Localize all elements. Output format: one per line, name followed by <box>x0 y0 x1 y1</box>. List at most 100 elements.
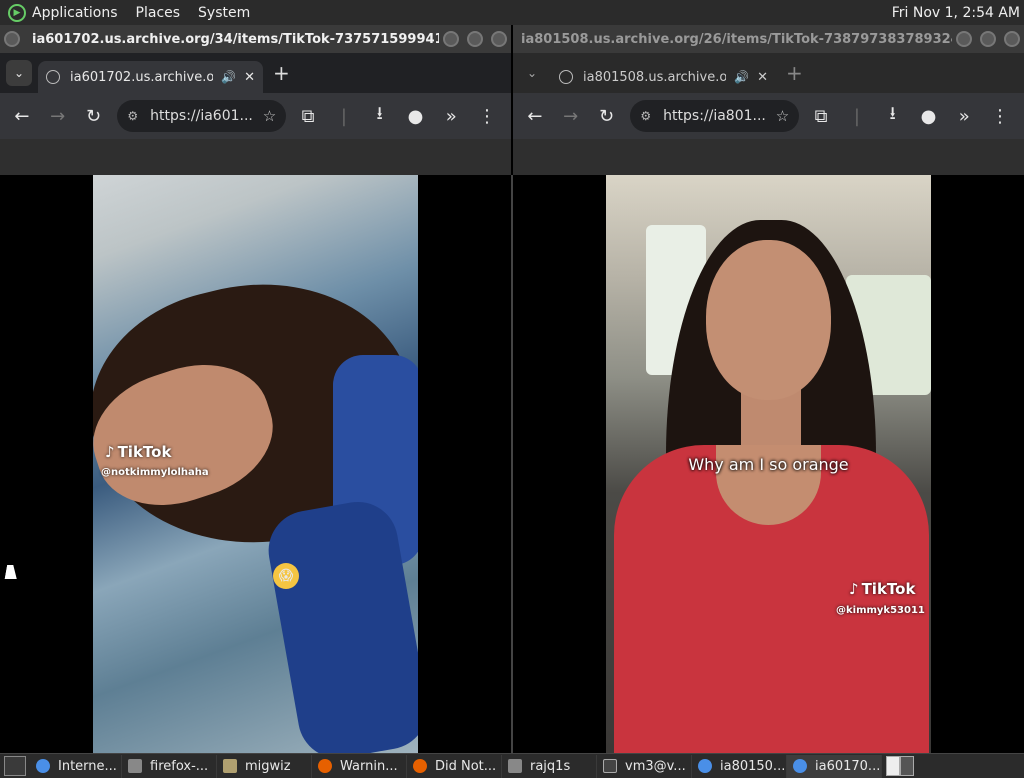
forward-button[interactable]: → <box>559 106 583 127</box>
download-icon[interactable]: ⭳ <box>368 101 392 131</box>
menu-kebab-icon[interactable]: ⋮ <box>988 106 1012 127</box>
download-icon[interactable]: ⭳ <box>881 101 905 131</box>
window-titlebar[interactable]: ia601702.us.archive.org/34/items/TikTok-… <box>0 25 511 53</box>
taskbar-item[interactable]: Interne... <box>30 754 122 778</box>
folder-icon <box>223 759 237 773</box>
browser-window-left: ia601702.us.archive.org/34/items/TikTok-… <box>0 25 511 175</box>
video-frame-face <box>706 240 831 400</box>
tab-active[interactable]: ia801508.us.archive.org/ 🔊 ✕ <box>551 61 776 93</box>
tab-strip: ⌄ ia801508.us.archive.org/ 🔊 ✕ + <box>513 53 1024 93</box>
mouse-pointer-icon <box>4 565 20 579</box>
minimize-button[interactable] <box>956 31 972 47</box>
video-caption: Why am I so orange <box>688 455 849 474</box>
forward-button[interactable]: → <box>46 106 70 127</box>
tiktok-handle: @kimmyk53011 <box>836 605 925 616</box>
video-player[interactable]: Why am I so orange ♪ TikTok @kimmyk53011 <box>606 175 931 753</box>
window-title: ia601702.us.archive.org/34/items/TikTok-… <box>32 31 439 47</box>
firefox-icon <box>318 759 332 773</box>
chrome-icon <box>36 759 50 773</box>
bottom-panel: Interne... firefox-... migwiz Warnin... … <box>0 753 1024 778</box>
bookmark-star-icon[interactable]: ☆ <box>263 107 276 125</box>
package-icon <box>128 759 142 773</box>
taskbar-item-label: Did Not... <box>435 758 497 774</box>
site-info-icon[interactable]: ⚙ <box>640 109 651 123</box>
chrome-icon <box>698 759 712 773</box>
toolbar-separator: | <box>853 105 860 127</box>
maximize-button[interactable] <box>467 31 483 47</box>
address-url: https://ia601... <box>150 108 253 124</box>
toolbar-separator: | <box>340 105 347 127</box>
maximize-button[interactable] <box>980 31 996 47</box>
tab-search-button[interactable]: ⌄ <box>519 60 545 86</box>
menu-system[interactable]: System <box>198 5 250 21</box>
video-frame-arm <box>262 495 418 753</box>
firefox-icon <box>413 759 427 773</box>
new-tab-button[interactable]: + <box>273 61 290 85</box>
taskbar-item-active[interactable]: ia60170... <box>787 754 882 778</box>
taskbar-item[interactable]: migwiz <box>217 754 312 778</box>
speaker-icon[interactable]: 🔊 <box>221 70 236 84</box>
taskbar-item[interactable]: vm3@v... <box>597 754 692 778</box>
reload-button[interactable]: ↻ <box>82 106 106 127</box>
workspace-1[interactable] <box>886 756 900 776</box>
close-window-button[interactable] <box>491 31 507 47</box>
taskbar-item[interactable]: Warnin... <box>312 754 407 778</box>
show-desktop-button[interactable] <box>4 756 26 776</box>
menu-applications[interactable]: Applications <box>32 5 118 21</box>
back-button[interactable]: ← <box>523 106 547 127</box>
minimize-button[interactable] <box>443 31 459 47</box>
taskbar-item[interactable]: ia80150... <box>692 754 787 778</box>
speaker-icon[interactable]: 🔊 <box>734 70 749 84</box>
toolbar: ← → ↻ ⚙ https://ia801... ☆ ⧉ | ⭳ ● » ⋮ <box>513 93 1024 139</box>
new-tab-button[interactable]: + <box>786 61 803 85</box>
tab-label: ia601702.us.archive.org/3 <box>70 69 214 85</box>
tab-active[interactable]: ia601702.us.archive.org/3 🔊 ✕ <box>38 61 263 93</box>
workspace-switcher[interactable] <box>886 756 914 776</box>
taskbar-item[interactable]: firefox-... <box>122 754 217 778</box>
tiktok-note-icon: ♪ <box>849 580 859 598</box>
address-bar[interactable]: ⚙ https://ia801... ☆ <box>630 100 800 132</box>
tiktok-watermark-text: TikTok <box>861 580 916 598</box>
reload-button[interactable]: ↻ <box>595 106 619 127</box>
close-tab-icon[interactable]: ✕ <box>244 70 255 85</box>
toolbar: ← → ↻ ⚙ https://ia601... ☆ ⧉ | ⭳ ● » ⋮ <box>0 93 511 139</box>
taskbar-item-label: Warnin... <box>340 758 398 774</box>
clock[interactable]: Fri Nov 1, 2:54 AM <box>892 5 1020 21</box>
extensions-icon[interactable]: ⧉ <box>296 106 320 127</box>
more-tools-icon[interactable]: » <box>439 106 463 127</box>
browser-window-right: ia801508.us.archive.org/26/items/TikTok-… <box>513 25 1024 175</box>
tiktok-watermark: ♪ TikTok <box>849 580 915 598</box>
window-titlebar[interactable]: ia801508.us.archive.org/26/items/TikTok-… <box>513 25 1024 53</box>
extensions-icon[interactable]: ⧉ <box>809 106 833 127</box>
terminal-icon <box>603 759 617 773</box>
close-window-button[interactable] <box>1004 31 1020 47</box>
taskbar-item-label: Interne... <box>58 758 117 774</box>
more-tools-icon[interactable]: » <box>952 106 976 127</box>
tiktok-handle: @notkimmylolhaha <box>101 467 209 478</box>
taskbar-item[interactable]: Did Not... <box>407 754 502 778</box>
bookmark-star-icon[interactable]: ☆ <box>776 107 789 125</box>
top-panel: ▶ Applications Places System Fri Nov 1, … <box>0 0 1024 25</box>
taskbar-item-label: ia60170... <box>815 758 881 774</box>
tiktok-note-icon: ♪ <box>105 443 115 461</box>
close-tab-icon[interactable]: ✕ <box>757 70 768 85</box>
scream-emoji-icon: 😱 <box>273 563 299 589</box>
menu-places[interactable]: Places <box>136 5 181 21</box>
tab-strip: ⌄ ia601702.us.archive.org/3 🔊 ✕ + <box>0 53 511 93</box>
taskbar-item-label: ia80150... <box>720 758 786 774</box>
back-button[interactable]: ← <box>10 106 34 127</box>
menu-kebab-icon[interactable]: ⋮ <box>475 106 499 127</box>
profile-icon[interactable]: ● <box>404 106 428 127</box>
page-content-right: Why am I so orange ♪ TikTok @kimmyk53011 <box>513 175 1024 753</box>
workspace-2[interactable] <box>900 756 914 776</box>
globe-icon <box>46 70 60 84</box>
window-menu-icon[interactable] <box>4 31 20 47</box>
address-bar[interactable]: ⚙ https://ia601... ☆ <box>117 100 287 132</box>
taskbar-item-label: rajq1s <box>530 758 571 774</box>
distro-logo-icon[interactable]: ▶ <box>8 3 26 22</box>
video-player[interactable]: ♪ TikTok @notkimmylolhaha 😱 <box>93 175 418 753</box>
tab-search-button[interactable]: ⌄ <box>6 60 32 86</box>
profile-icon[interactable]: ● <box>917 106 941 127</box>
taskbar-item[interactable]: rajq1s <box>502 754 597 778</box>
site-info-icon[interactable]: ⚙ <box>127 109 138 123</box>
